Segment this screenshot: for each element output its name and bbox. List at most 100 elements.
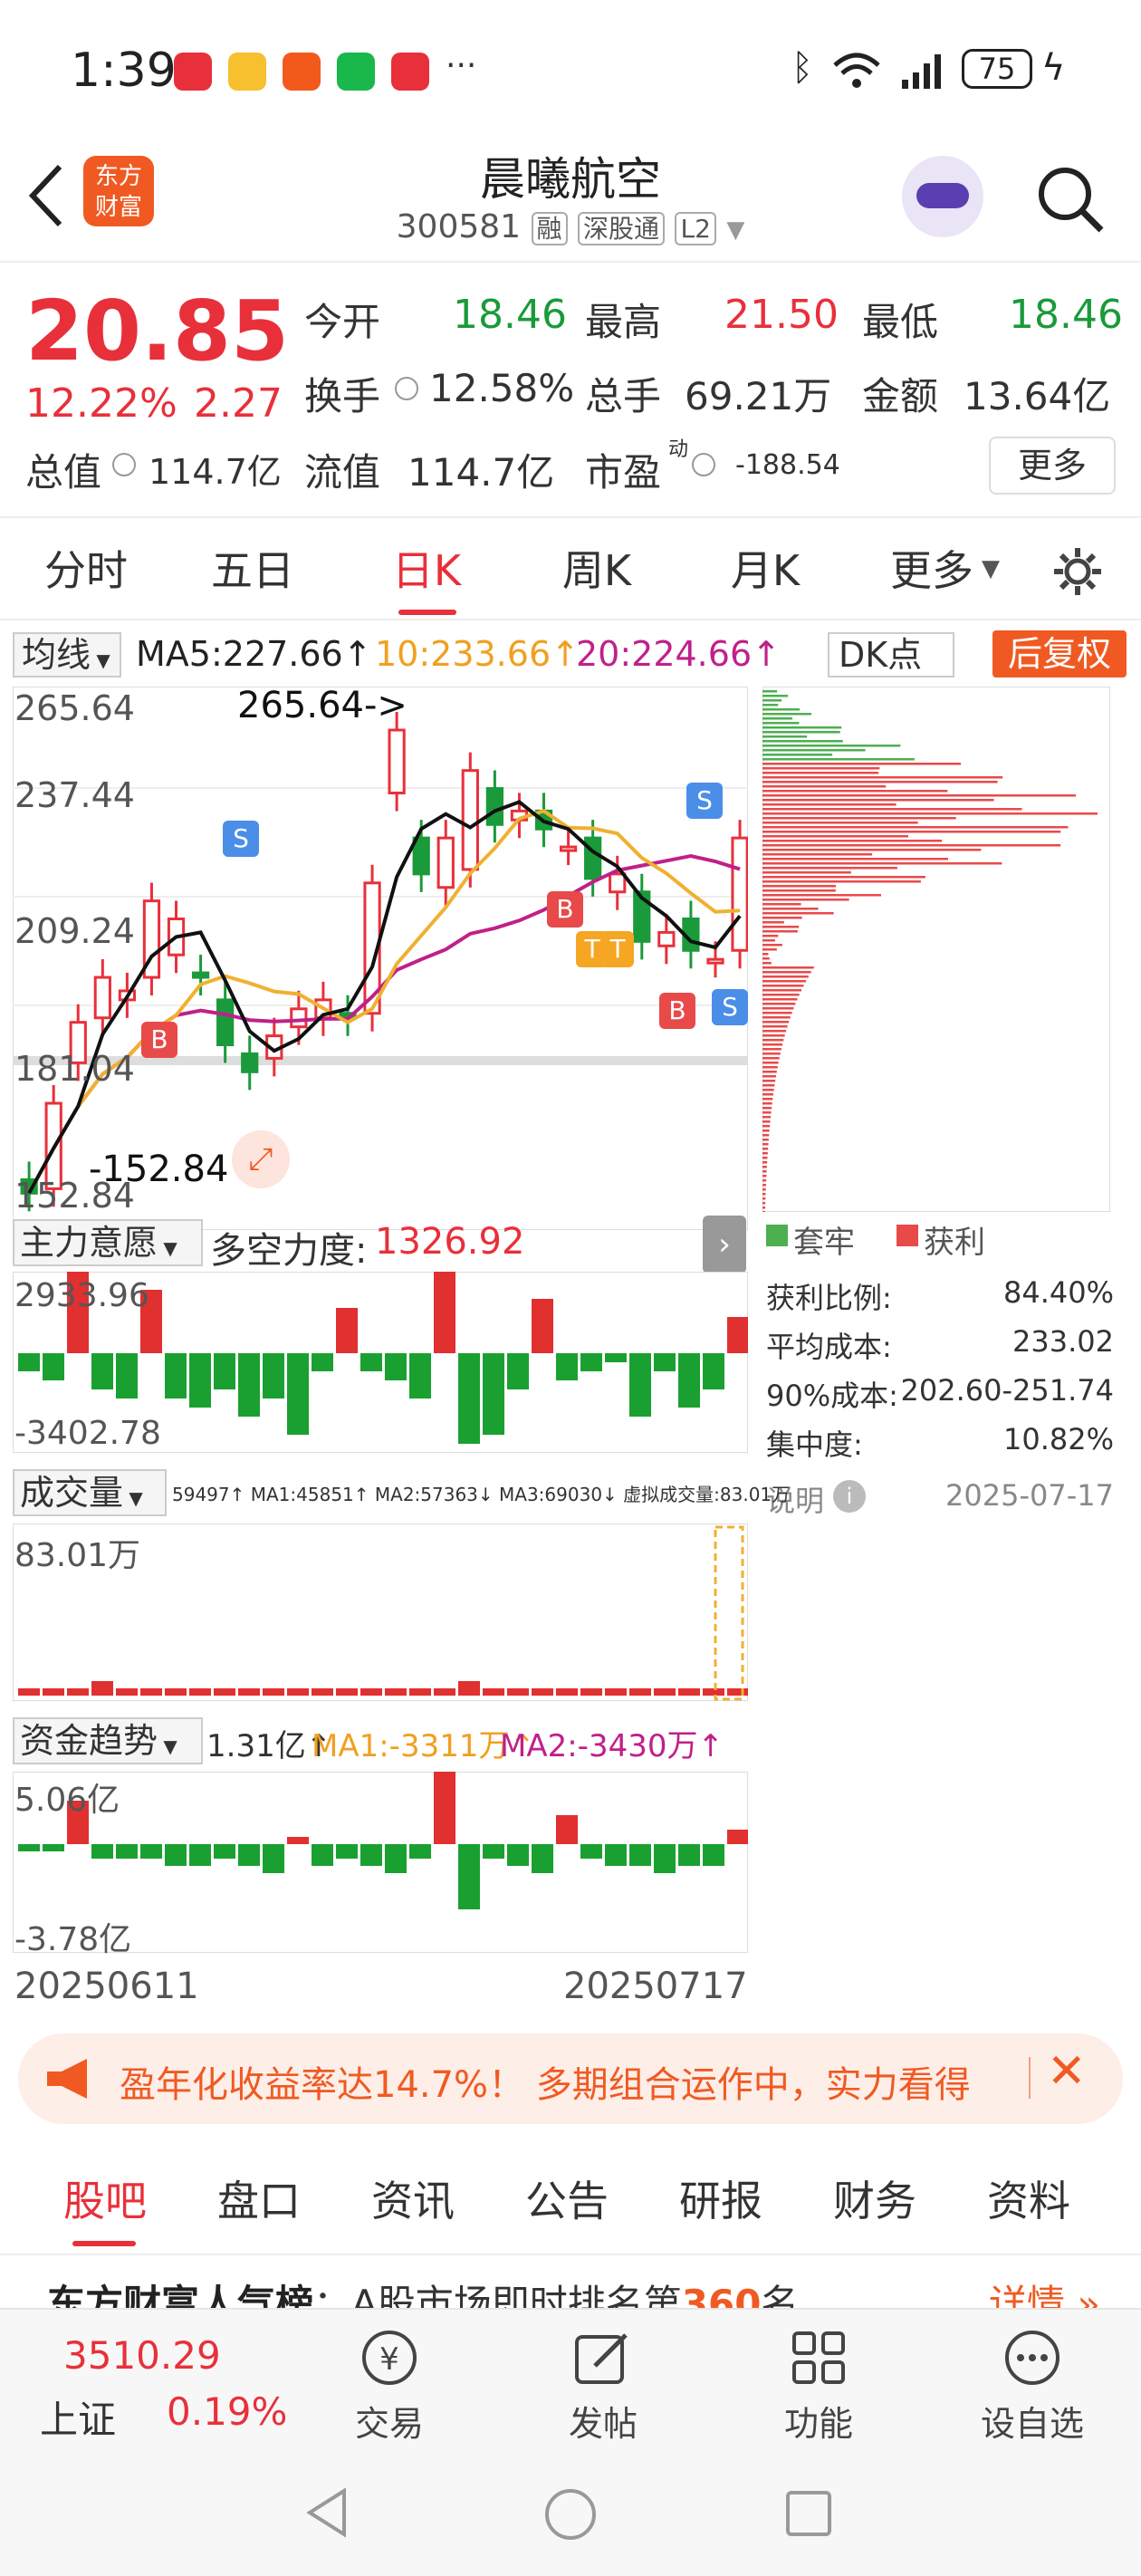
- tab-daily-k[interactable]: 日K: [377, 521, 476, 620]
- indicator-bar: [654, 1844, 676, 1873]
- info-icon[interactable]: [112, 453, 136, 476]
- recents-square-icon[interactable]: [784, 2489, 833, 2538]
- chip-bar: [762, 903, 801, 906]
- tab-weekly-k[interactable]: 周K: [547, 521, 647, 620]
- info-icon[interactable]: [395, 377, 418, 400]
- tab-intraday[interactable]: 分时: [36, 521, 136, 620]
- chip-bar: [762, 726, 842, 729]
- indicator-bar: [312, 1353, 333, 1371]
- indicator3-selector[interactable]: 资金趋势 ▼: [13, 1717, 203, 1764]
- subtab-news[interactable]: 资讯: [371, 2147, 455, 2255]
- promo-banner[interactable]: 盈年化收益率达14.7%！ 多期组合运作中，实力看得 ✕: [18, 2033, 1123, 2124]
- candle: [609, 872, 627, 894]
- indicator-bar: [703, 1844, 724, 1866]
- candle: [216, 998, 235, 1047]
- settings-gear-icon[interactable]: [1050, 544, 1105, 599]
- popularity-row[interactable]: 东方财富人气榜：A股市场即时排名第360名 详情 »: [47, 2277, 1134, 2308]
- tab-monthly-k[interactable]: 月K: [715, 521, 815, 620]
- expand-icon[interactable]: ⤢: [232, 1130, 290, 1188]
- info-icon[interactable]: [692, 453, 715, 476]
- subtab-announcements[interactable]: 公告: [525, 2147, 609, 2255]
- indicator-bar: [556, 1353, 578, 1380]
- more-notifications-icon: ···: [446, 47, 477, 84]
- subtab-profile[interactable]: 资料: [987, 2147, 1070, 2255]
- chip-bar: [762, 713, 811, 716]
- candle: [191, 971, 210, 979]
- indicator-bar: [140, 1844, 162, 1859]
- end-date: 20250717: [563, 1966, 748, 2007]
- amount-label: 金额: [862, 374, 939, 418]
- sell-marker[interactable]: S: [712, 989, 748, 1025]
- chip-bar: [762, 745, 901, 747]
- candle: [584, 836, 602, 880]
- nav-post[interactable]: 发帖: [540, 2328, 666, 2446]
- start-date: 20250611: [14, 1966, 199, 2007]
- indicator-bar: [360, 1688, 382, 1696]
- indicator-bar: [165, 1844, 187, 1866]
- indicator-bar: [629, 1688, 651, 1696]
- pe-sup: 动: [668, 438, 689, 461]
- chip-bar: [762, 1080, 776, 1082]
- chip-bar: [762, 776, 1003, 779]
- ma-selector[interactable]: 均线 ▼: [13, 632, 121, 678]
- nav-add-watchlist[interactable]: 设自选: [969, 2328, 1096, 2446]
- edit-icon: [575, 2333, 628, 2384]
- indicator2-selector[interactable]: 成交量 ▼: [13, 1469, 167, 1516]
- home-circle-icon[interactable]: [543, 2487, 598, 2542]
- back-triangle-icon[interactable]: [304, 2487, 350, 2538]
- tab-more[interactable]: 更多: [882, 521, 982, 620]
- chip-bar: [762, 953, 769, 956]
- subtab-research[interactable]: 研报: [679, 2147, 762, 2255]
- buy-marker[interactable]: B: [547, 891, 583, 928]
- chip-bar: [762, 894, 881, 897]
- subtab-forum[interactable]: 股吧: [63, 2147, 147, 2255]
- chip-bar: [762, 853, 873, 856]
- chip-bar: [762, 1179, 767, 1182]
- indicator-bar: [18, 1844, 40, 1851]
- close-icon[interactable]: ✕: [1047, 2044, 1087, 2099]
- candle: [559, 845, 578, 852]
- chevron-right-icon[interactable]: ›: [703, 1216, 746, 1274]
- index-value[interactable]: 3510.29: [63, 2333, 221, 2378]
- indicator-bar: [263, 1844, 284, 1873]
- indicator1-selector[interactable]: 主力意愿 ▼: [13, 1219, 203, 1266]
- chip-bar: [762, 1152, 768, 1155]
- sell-marker[interactable]: S: [686, 783, 723, 819]
- nav-trade[interactable]: ¥ 交易: [326, 2328, 453, 2446]
- t-marker[interactable]: T: [601, 931, 634, 967]
- sell-marker[interactable]: S: [223, 821, 259, 857]
- buy-marker[interactable]: B: [141, 1022, 177, 1058]
- more-button[interactable]: 更多: [989, 437, 1116, 495]
- back-icon[interactable]: [25, 161, 65, 230]
- assistant-avatar[interactable]: [902, 156, 983, 237]
- chip-bar: [762, 758, 915, 761]
- buy-marker[interactable]: B: [659, 993, 695, 1029]
- subtab-finance[interactable]: 财务: [833, 2147, 916, 2255]
- cost90-label: 90%成本:: [766, 1379, 898, 1413]
- index-percent[interactable]: 0.19%: [167, 2389, 287, 2434]
- indicator-bar: [532, 1688, 553, 1696]
- indicator-bar: [116, 1688, 138, 1696]
- back-adjust-button[interactable]: 后复权: [992, 630, 1127, 678]
- chip-bar: [762, 971, 811, 974]
- chip-bar: [762, 1166, 767, 1168]
- info-icon[interactable]: i: [833, 1480, 866, 1513]
- chip-bar: [762, 908, 819, 910]
- tab-five-day[interactable]: 五日: [203, 521, 302, 620]
- search-icon[interactable]: [1034, 163, 1107, 235]
- chip-distribution-chart[interactable]: [762, 687, 1110, 1212]
- indicator-bar: [678, 1844, 700, 1866]
- chip-bar: [762, 1043, 783, 1046]
- chip-bar: [762, 1206, 765, 1209]
- pe-value: -188.54: [735, 449, 840, 481]
- y-label-2: 237.44: [14, 775, 135, 815]
- index-name[interactable]: 上证: [40, 2389, 116, 2445]
- subtab-orderbook[interactable]: 盘口: [217, 2147, 301, 2255]
- charging-icon: ϟ: [1041, 47, 1066, 89]
- dk-point-button[interactable]: DK点: [828, 632, 954, 678]
- indicator-bar: [580, 1688, 602, 1696]
- chip-bar: [762, 754, 833, 756]
- nav-functions[interactable]: 功能: [755, 2328, 882, 2446]
- chip-bar: [762, 867, 897, 870]
- indicator-bar: [727, 1317, 748, 1353]
